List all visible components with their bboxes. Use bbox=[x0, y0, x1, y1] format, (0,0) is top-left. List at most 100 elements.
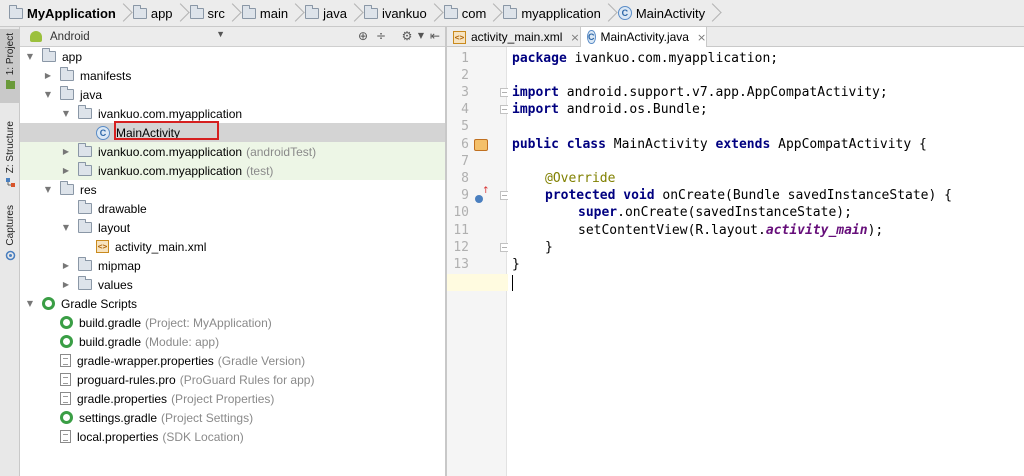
tree-item-drawable[interactable]: drawable bbox=[20, 199, 445, 218]
tab-mainactivity-java[interactable]: C MainActivity.java × bbox=[581, 27, 707, 47]
code-line-13: } bbox=[512, 256, 520, 273]
tree-item-java[interactable]: ▼ java bbox=[20, 85, 445, 104]
expanded-arrow-icon[interactable]: ▼ bbox=[24, 299, 36, 308]
editor-gutter[interactable]: 1 2 3 4 5 6 7 8 9 10 11 12 13 14 ↑ bbox=[447, 47, 509, 476]
tool-tab-captures[interactable]: Captures bbox=[0, 205, 20, 275]
tree-item-suffix: (Module: app) bbox=[145, 334, 220, 349]
tool-tab-project[interactable]: 1: Project bbox=[0, 29, 20, 103]
tree-item-build-gradle-project[interactable]: build.gradle (Project: MyApplication) bbox=[20, 313, 445, 332]
tree-item-suffix: (test) bbox=[246, 163, 274, 178]
selection-highlight-box bbox=[114, 121, 219, 140]
expanded-arrow-icon[interactable]: ▼ bbox=[24, 52, 36, 61]
tree-item-suffix: (ProGuard Rules for app) bbox=[179, 372, 315, 387]
tree-item-gradle-properties[interactable]: gradle.properties (Project Properties) bbox=[20, 389, 445, 408]
collapse-all-icon[interactable]: ÷ bbox=[374, 29, 388, 43]
expanded-arrow-icon[interactable]: ▼ bbox=[60, 109, 72, 118]
tree-item-label: ivankuo.com.myapplication bbox=[98, 144, 243, 159]
close-icon[interactable]: × bbox=[570, 31, 579, 44]
collapsed-arrow-icon[interactable]: ▶ bbox=[60, 261, 72, 270]
tree-item-package-main[interactable]: ▼ ivankuo.com.myapplication bbox=[20, 104, 445, 123]
tree-item-activity-main-xml[interactable]: <> activity_main.xml bbox=[20, 237, 445, 256]
breadcrumb-myapplication[interactable]: MyApplication bbox=[6, 2, 119, 24]
breadcrumb-label: main bbox=[259, 5, 289, 21]
breadcrumb-src[interactable]: src bbox=[187, 2, 228, 24]
gear-icon[interactable]: ⚙ bbox=[400, 29, 414, 43]
project-view-dropdown[interactable]: Android ▼ bbox=[24, 28, 229, 45]
collapsed-arrow-icon[interactable]: ▶ bbox=[60, 147, 72, 156]
tree-item-settings-gradle[interactable]: settings.gradle (Project Settings) bbox=[20, 408, 445, 427]
tree-item-package-androidtest[interactable]: ▶ ivankuo.com.myapplication (androidTest… bbox=[20, 142, 445, 161]
tree-item-suffix: (androidTest) bbox=[246, 144, 317, 159]
tree-item-label: local.properties bbox=[77, 429, 159, 444]
tree-item-suffix: (Project Settings) bbox=[161, 410, 254, 425]
expanded-arrow-icon[interactable]: ▼ bbox=[60, 223, 72, 232]
folder-icon bbox=[443, 4, 458, 19]
breadcrumb-ivankuo[interactable]: ivankuo bbox=[361, 2, 430, 24]
breadcrumb-myapplication-pkg[interactable]: myapplication bbox=[500, 2, 604, 24]
tree-item-values[interactable]: ▶ values bbox=[20, 275, 445, 294]
line-number: 2 bbox=[461, 68, 469, 83]
tree-item-label: layout bbox=[98, 220, 131, 235]
tree-item-label: manifests bbox=[80, 68, 132, 83]
tree-item-build-gradle-module[interactable]: build.gradle (Module: app) bbox=[20, 332, 445, 351]
gradle-icon bbox=[42, 297, 55, 310]
tree-item-gradle-wrapper[interactable]: gradle-wrapper.properties (Gradle Versio… bbox=[20, 351, 445, 370]
line-number: 12 bbox=[453, 240, 469, 255]
folder-icon bbox=[78, 219, 92, 233]
breadcrumb-main[interactable]: main bbox=[239, 2, 291, 24]
breadcrumb-label: MainActivity bbox=[635, 5, 706, 21]
close-icon[interactable]: × bbox=[697, 31, 706, 44]
chevron-down-icon[interactable]: ▼ bbox=[414, 29, 428, 43]
properties-file-icon bbox=[60, 430, 71, 443]
tree-item-res[interactable]: ▼ res bbox=[20, 180, 445, 199]
class-marker-icon[interactable] bbox=[474, 139, 488, 151]
tree-item-package-test[interactable]: ▶ ivankuo.com.myapplication (test) bbox=[20, 161, 445, 180]
expanded-arrow-icon[interactable]: ▼ bbox=[42, 185, 54, 194]
tool-tab-label: 1: Project bbox=[4, 33, 16, 76]
tool-tab-label: Captures bbox=[4, 205, 16, 246]
project-view-label: Android bbox=[50, 30, 90, 43]
code-text: android.support.v7.app.AppCompatActivity… bbox=[558, 85, 888, 100]
folder-icon bbox=[9, 4, 23, 19]
folder-icon bbox=[189, 4, 204, 19]
breadcrumb-separator bbox=[350, 2, 359, 24]
xml-file-icon: <> bbox=[453, 30, 466, 44]
override-marker-icon[interactable] bbox=[475, 195, 483, 203]
hide-panel-icon[interactable]: ⇤ bbox=[428, 29, 442, 43]
collapsed-arrow-icon[interactable]: ▶ bbox=[60, 166, 72, 175]
folder-icon bbox=[78, 276, 92, 290]
breadcrumb-separator bbox=[228, 2, 237, 24]
breadcrumb-com[interactable]: com bbox=[441, 2, 490, 24]
breadcrumb-app[interactable]: app bbox=[130, 2, 176, 24]
tree-item-label: res bbox=[80, 182, 97, 197]
scroll-from-source-icon[interactable]: ⊕ bbox=[356, 29, 370, 43]
android-icon bbox=[30, 31, 42, 42]
tree-item-proguard[interactable]: proguard-rules.pro (ProGuard Rules for a… bbox=[20, 370, 445, 389]
tree-item-mipmap[interactable]: ▶ mipmap bbox=[20, 256, 445, 275]
tree-item-local-properties[interactable]: local.properties (SDK Location) bbox=[20, 427, 445, 446]
expanded-arrow-icon[interactable]: ▼ bbox=[42, 90, 54, 99]
tree-item-layout[interactable]: ▼ layout bbox=[20, 218, 445, 237]
breadcrumb-separator bbox=[119, 2, 128, 24]
tab-activity-main-xml[interactable]: <> activity_main.xml × bbox=[447, 27, 581, 47]
text-cursor bbox=[512, 275, 513, 291]
breadcrumb-java[interactable]: java bbox=[302, 2, 350, 24]
code-text: .onCreate(savedInstanceState); bbox=[617, 205, 852, 220]
tree-item-gradle-scripts[interactable]: ▼ Gradle Scripts bbox=[20, 294, 445, 313]
project-panel-toolbar: Android ▼ ⊕ ÷ ⚙ ▼ ⇤ bbox=[20, 27, 445, 47]
folder-icon bbox=[241, 4, 256, 19]
tool-tab-structure[interactable]: Z: Structure bbox=[0, 121, 20, 211]
breadcrumb-label: com bbox=[461, 5, 487, 21]
tree-item-manifests[interactable]: ▶ manifests bbox=[20, 66, 445, 85]
folder-icon bbox=[60, 86, 74, 100]
tree-item-label: build.gradle bbox=[79, 334, 142, 349]
tree-item-mainactivity[interactable]: C MainActivity bbox=[20, 123, 445, 142]
tree-item-label: Gradle Scripts bbox=[61, 296, 138, 311]
tool-window-strip: 1: Project Z: Structure Captures bbox=[0, 27, 20, 476]
tree-item-app[interactable]: ▼ app bbox=[20, 47, 445, 66]
collapsed-arrow-icon[interactable]: ▶ bbox=[60, 280, 72, 289]
tab-label: activity_main.xml bbox=[471, 30, 563, 44]
code-editor[interactable]: package ivankuo.com.myapplication; impor… bbox=[508, 47, 1024, 476]
collapsed-arrow-icon[interactable]: ▶ bbox=[42, 71, 54, 80]
breadcrumb-mainactivity[interactable]: C MainActivity bbox=[615, 2, 708, 24]
